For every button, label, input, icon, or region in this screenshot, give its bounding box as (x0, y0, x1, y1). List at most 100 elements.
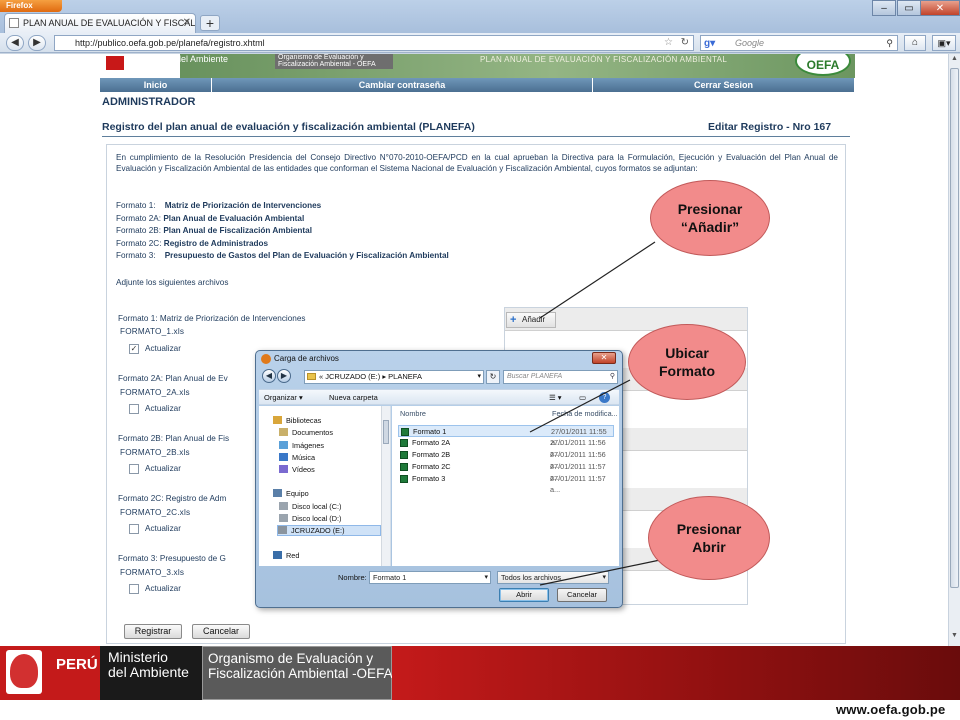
file-row[interactable]: Formato 2C 27/01/2011 11:57 a... (398, 461, 614, 482)
home-icon[interactable]: ⌂ (904, 35, 926, 51)
documents-icon (279, 428, 288, 436)
open-button[interactable]: Abrir (499, 588, 549, 602)
back-arrow-icon[interactable]: ◀ (6, 35, 24, 51)
help-icon[interactable]: ? (599, 392, 610, 403)
nav-bibliotecas[interactable]: Bibliotecas (273, 416, 321, 425)
update-checkbox[interactable] (129, 464, 139, 474)
usb-drive-icon (278, 526, 287, 534)
bookmark-star-icon[interactable]: ☆ (664, 36, 673, 50)
organize-button[interactable]: Organizar ▾ (264, 390, 303, 405)
maximize-button[interactable]: ▭ (897, 0, 921, 16)
nav-documentos[interactable]: Documentos (279, 428, 333, 437)
nav-videos[interactable]: Vídeos (279, 465, 315, 474)
format-link[interactable]: Plan Anual de Fiscalización Ambiental (163, 226, 312, 235)
format-link[interactable]: Matriz de Priorización de Intervenciones (165, 201, 322, 210)
nav-equipo[interactable]: Equipo (273, 489, 309, 498)
drive-icon (279, 514, 288, 522)
filename-input[interactable]: Formato 1 ▾ (369, 571, 491, 584)
section-file: FORMATO_2C.xls (120, 508, 191, 517)
file-row[interactable]: Formato 3 27/01/2011 11:57 a... (398, 473, 614, 494)
nav-disco-c[interactable]: Disco local (C:) (279, 502, 341, 511)
page-scrollbar[interactable]: ▲ ▼ (948, 54, 960, 646)
scrollbar-thumb[interactable] (383, 420, 389, 444)
tab-title: PLAN ANUAL DE EVALUACIÓN Y FISCAL... (23, 18, 196, 28)
chevron-down-icon[interactable]: ▾ (602, 572, 606, 583)
reload-icon[interactable]: ↻ (681, 36, 689, 50)
search-icon[interactable]: ⚲ (886, 36, 893, 50)
nav-musica[interactable]: Música (279, 453, 315, 462)
nav-red[interactable]: Red (273, 551, 299, 560)
forward-arrow-icon[interactable]: ▶ (277, 369, 291, 383)
nav-jcruzado-e[interactable]: JCRUZADO (E:) (277, 525, 381, 536)
banner-logo-area (100, 54, 180, 78)
section-label: Formato 2B: Plan Anual de Fis (118, 434, 230, 443)
views-icon[interactable]: ☰ ▾ (549, 390, 562, 405)
format-list: Formato 1: Matriz de Priorización de Int… (116, 200, 449, 263)
file-row[interactable]: Formato 1 27/01/2011 11:55 a... (398, 425, 614, 447)
extension-icon[interactable]: ▣▾ (932, 35, 956, 51)
browser-tab[interactable]: PLAN ANUAL DE EVALUACIÓN Y FISCAL... ✕ (4, 13, 196, 33)
network-icon (273, 551, 282, 559)
column-date[interactable]: Fecha de modifica... (552, 409, 618, 418)
nav-pane-scrollbar[interactable] (381, 406, 390, 566)
dialog-search-input[interactable]: Buscar PLANEFA ⚲ (503, 370, 618, 384)
menu-cerrar-sesion[interactable]: Cerrar Sesion (593, 78, 855, 92)
column-name[interactable]: Nombre (400, 409, 426, 418)
update-label: Actualizar (145, 524, 181, 533)
music-icon (279, 453, 288, 461)
dialog-cancel-button[interactable]: Cancelar (557, 588, 607, 602)
footer-ministry: Ministerio del Ambiente (100, 646, 202, 700)
nav-imagenes[interactable]: Imágenes (279, 441, 324, 450)
format-link[interactable]: Plan Anual de Evaluación Ambiental (163, 214, 304, 223)
chevron-down-icon[interactable]: ▾ (484, 572, 488, 583)
google-icon: g▾ (704, 38, 716, 49)
tab-close-icon[interactable]: ✕ (183, 14, 191, 32)
update-checkbox[interactable]: ✓ (129, 344, 139, 354)
intro-text: En cumplimiento de la Resolución Preside… (116, 153, 838, 173)
register-button[interactable]: Registrar (124, 624, 182, 639)
new-tab-button[interactable]: + (200, 15, 220, 31)
format-link[interactable]: Registro de Administrados (164, 239, 268, 248)
format-item: Formato 2C: Registro de Administrados (116, 238, 269, 248)
footer-url[interactable]: www.oefa.gob.pe (836, 702, 945, 717)
section-label: Formato 2C: Registro de Adm (118, 494, 227, 503)
chevron-down-icon[interactable]: ▾ (477, 371, 481, 383)
callout-open: Presionar Abrir (648, 496, 770, 580)
dialog-close-icon[interactable]: ✕ (592, 352, 616, 364)
url-input[interactable]: http://publico.oefa.gob.pe/planefa/regis… (54, 35, 694, 51)
callout-locate: Ubicar Formato (628, 324, 746, 400)
scroll-down-icon[interactable]: ▼ (950, 632, 959, 643)
search-icon: ⚲ (609, 373, 615, 380)
dialog-path-input[interactable]: « JCRUZADO (E:) ▸ PLANEFA ▾ (304, 370, 484, 384)
update-checkbox[interactable] (129, 584, 139, 594)
firefox-menu-button[interactable]: Firefox (0, 0, 62, 12)
refresh-icon[interactable]: ↻ (486, 370, 500, 384)
update-label: Actualizar (145, 404, 181, 413)
scroll-up-icon[interactable]: ▲ (950, 55, 959, 66)
file-type-select[interactable]: Todos los archivos ▾ (497, 571, 609, 584)
minimize-button[interactable]: – (872, 0, 896, 16)
menu-inicio[interactable]: Inicio (100, 78, 212, 92)
pictures-icon (279, 441, 288, 449)
nav-disco-d[interactable]: Disco local (D:) (279, 514, 341, 523)
add-file-button[interactable]: + Añadir (506, 312, 556, 328)
footer: PERÚ Ministerio del Ambiente Organismo d… (0, 646, 960, 720)
menu-cambiar-contrasena[interactable]: Cambiar contraseña (212, 78, 593, 92)
folder-icon (307, 373, 316, 380)
update-checkbox[interactable] (129, 524, 139, 534)
forward-arrow-icon[interactable]: ▶ (28, 35, 46, 51)
file-row[interactable]: Formato 2B 27/01/2011 11:56 a... (398, 449, 614, 470)
file-upload-dialog: Carga de archivos ✕ ◀ ▶ « JCRUZADO (E:) … (255, 350, 623, 608)
preview-pane-icon[interactable]: ▭ (579, 390, 586, 405)
section-file: FORMATO_1.xls (120, 327, 185, 336)
edit-record-label: Editar Registro - Nro 167 (708, 121, 832, 133)
back-arrow-icon[interactable]: ◀ (262, 369, 276, 383)
format-link[interactable]: Presupuesto de Gastos del Plan de Evalua… (165, 251, 449, 260)
search-input[interactable]: g▾ Google ⚲ (700, 35, 898, 51)
scrollbar-thumb[interactable] (950, 68, 959, 588)
new-folder-button[interactable]: Nueva carpeta (329, 390, 378, 405)
cancel-button[interactable]: Cancelar (192, 624, 250, 639)
file-row[interactable]: Formato 2A 27/01/2011 11:56 a... (398, 437, 614, 458)
close-window-button[interactable]: ✕ (920, 0, 960, 16)
update-checkbox[interactable] (129, 404, 139, 414)
